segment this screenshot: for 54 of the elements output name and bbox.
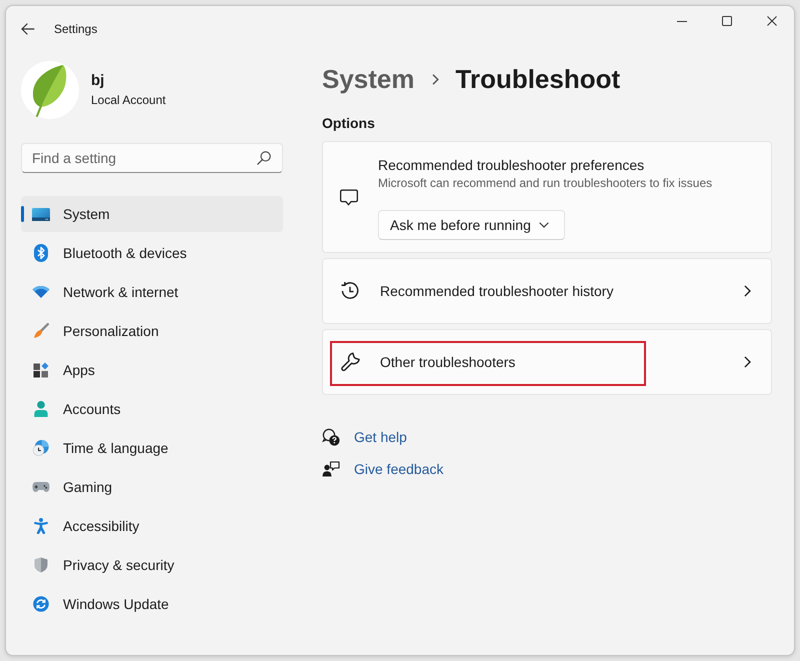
selection-indicator <box>21 206 24 222</box>
sidebar-item[interactable]: Time & language <box>21 430 283 466</box>
globe-clock-icon <box>33 440 49 456</box>
speech-bubble-icon <box>340 188 358 206</box>
sidebar-item[interactable]: Accounts <box>21 391 283 427</box>
section-heading: Options <box>322 114 376 133</box>
accessibility-figure-icon <box>34 518 48 534</box>
sidebar-item[interactable]: Network & internet <box>21 274 283 310</box>
sidebar-item[interactable]: Accessibility <box>21 508 283 544</box>
apps-grid-icon <box>33 362 49 378</box>
close-icon <box>766 16 776 26</box>
sidebar-item[interactable]: Bluetooth & devices <box>21 235 283 271</box>
chevron-right-icon <box>744 356 751 368</box>
help-link[interactable]: Get help <box>322 427 407 447</box>
search-icon <box>257 151 271 165</box>
preference-dropdown[interactable]: Ask me before running <box>378 210 565 240</box>
page-title: Troubleshoot <box>456 64 620 94</box>
maximize-icon <box>722 16 732 26</box>
person-icon <box>34 401 48 417</box>
paintbrush-icon <box>33 323 49 339</box>
user-name: bj <box>91 72 106 90</box>
leaf-avatar-icon <box>21 61 79 119</box>
help-link[interactable]: Give feedback <box>322 459 444 479</box>
chevron-right-icon <box>744 285 751 297</box>
history-clock-icon <box>340 281 360 301</box>
sidebar-item[interactable]: Windows Update <box>21 586 283 622</box>
settings-card[interactable]: Recommended troubleshooter history <box>322 258 772 324</box>
feedback-person-icon <box>322 461 340 477</box>
wifi-icon <box>32 286 50 298</box>
card-description: Microsoft can recommend and run troubleshooters to fix issues <box>378 174 714 190</box>
caret-down-icon <box>539 222 549 228</box>
refresh-icon <box>33 596 49 612</box>
gamepad-icon <box>32 481 50 493</box>
shield-icon <box>34 557 48 573</box>
account-type: Local Account <box>91 92 166 108</box>
settings-card[interactable]: Other troubleshooters <box>322 329 772 395</box>
minimize-icon <box>676 20 686 22</box>
sidebar-item[interactable]: Privacy & security <box>21 547 283 583</box>
sidebar-item[interactable]: Personalization <box>21 313 283 349</box>
sidebar-item[interactable]: System <box>21 196 283 232</box>
chevron-right-icon <box>432 74 438 84</box>
card-title: Recommended troubleshooter preferences <box>378 156 646 174</box>
back-arrow-icon <box>21 23 35 35</box>
sidebar-item[interactable]: Apps <box>21 352 283 388</box>
search-field[interactable]: Find a setting <box>21 143 283 173</box>
display-icon <box>32 208 50 220</box>
window-title: Settings <box>54 22 98 36</box>
bluetooth-icon <box>34 244 48 262</box>
card-title: Other troubleshooters <box>380 353 516 372</box>
question-bubble-icon <box>322 428 340 446</box>
card-title: Recommended troubleshooter history <box>380 282 614 301</box>
sidebar-item[interactable]: Gaming <box>21 469 283 505</box>
wrench-icon <box>340 352 360 372</box>
breadcrumb-parent[interactable]: System <box>322 64 414 94</box>
